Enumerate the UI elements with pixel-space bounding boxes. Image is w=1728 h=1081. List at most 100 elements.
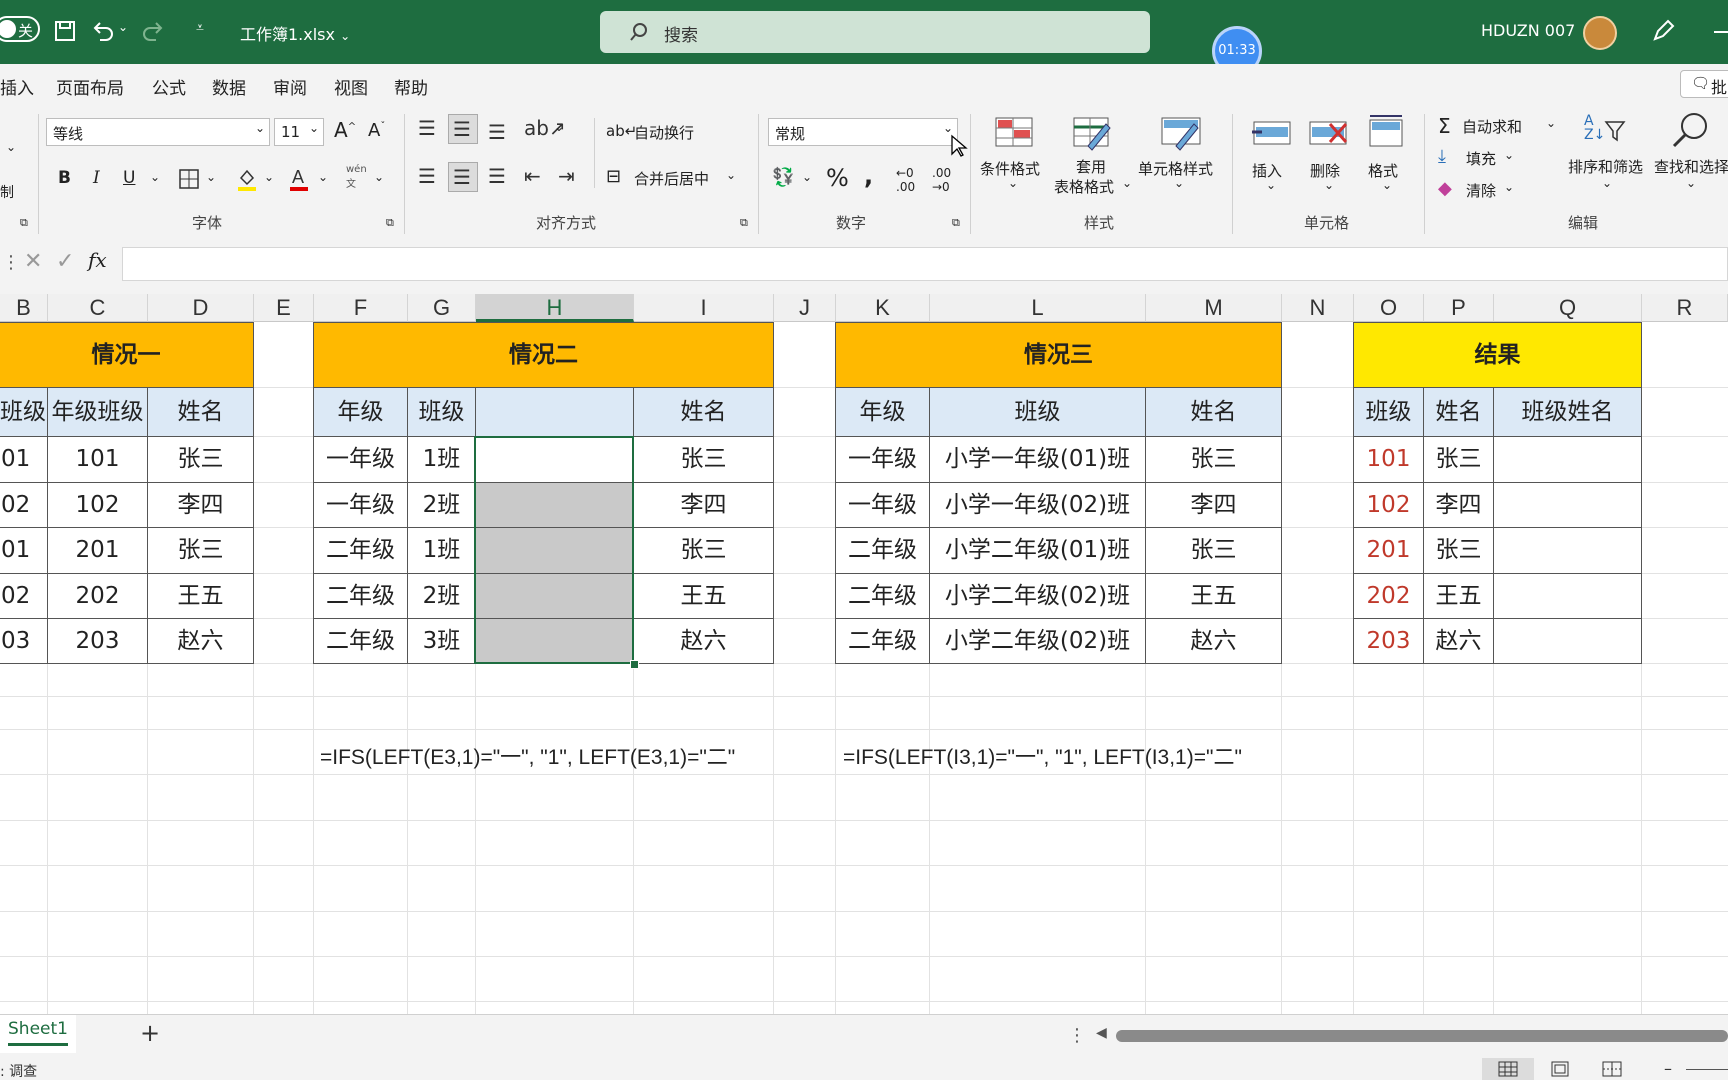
worksheet-grid[interactable]: B C D E F G H I J K L M N O P Q R 情况一 班级… [0, 294, 1728, 1014]
table-cell[interactable]: 03 [0, 618, 48, 664]
table2-header[interactable]: 姓名 [633, 387, 774, 437]
more-options-icon[interactable]: ⋮ [1068, 1025, 1086, 1046]
decrease-indent-icon[interactable]: ⇤ [524, 166, 541, 186]
table-cell[interactable]: 李四 [1145, 482, 1282, 528]
table-cell[interactable]: 203 [1353, 618, 1424, 664]
format-cells-button[interactable]: 格式 ⌄ [1360, 104, 1416, 204]
column-header-p[interactable]: P [1424, 294, 1494, 322]
align-bottom-icon[interactable]: ☰ [488, 122, 506, 142]
table-cell[interactable]: 赵六 [147, 618, 254, 664]
accounting-format-icon[interactable]: 💱 [772, 168, 794, 188]
align-right-icon[interactable]: ☰ [488, 166, 506, 186]
add-sheet-icon[interactable]: + [140, 1019, 160, 1047]
minimize-icon[interactable] [1714, 31, 1728, 33]
table-cell[interactable]: 202 [47, 573, 148, 619]
chevron-down-icon[interactable]: ⌄ [6, 140, 16, 154]
table-cell[interactable]: 张三 [633, 436, 774, 483]
column-header-h[interactable]: H [476, 294, 634, 322]
number-format-select[interactable]: 常规 ⌄ [768, 118, 958, 146]
column-header-d[interactable]: D [148, 294, 254, 322]
zoom-out-icon[interactable]: – [1664, 1059, 1672, 1078]
autosave-toggle[interactable]: 关 [0, 16, 40, 42]
table-cell[interactable]: 201 [1353, 527, 1424, 574]
table-cell[interactable]: 203 [47, 618, 148, 664]
search-box[interactable]: 搜索 [600, 11, 1150, 53]
chevron-down-icon[interactable]: ⌄ [802, 170, 812, 184]
table-cell[interactable]: 一年级 [835, 436, 930, 483]
table-cell[interactable]: 3班 [407, 618, 476, 664]
table-cell[interactable]: 赵六 [633, 618, 774, 664]
column-header-n[interactable]: N [1282, 294, 1354, 322]
table3-title[interactable]: 情况三 [835, 322, 1282, 388]
table-cell[interactable]: 二年级 [835, 618, 930, 664]
table-cell[interactable]: 张三 [147, 436, 254, 483]
table-cell[interactable]: 小学二年级(01)班 [929, 527, 1146, 574]
table-cell[interactable]: 小学二年级(02)班 [929, 573, 1146, 619]
table-cell[interactable]: 二年级 [835, 527, 930, 574]
table1-header[interactable]: 年级班级 [47, 387, 148, 437]
cell-styles-button[interactable]: 单元格样式 ⌄ [1134, 104, 1230, 204]
tab-formulas[interactable]: 公式 [152, 74, 186, 99]
table-cell[interactable]: 202 [1353, 573, 1424, 619]
table-cell[interactable]: 101 [47, 436, 148, 483]
table1-title[interactable]: 情况一 [0, 322, 254, 388]
column-header-i[interactable]: I [634, 294, 774, 322]
column-header-m[interactable]: M [1146, 294, 1282, 322]
user-name[interactable]: HDUZN 007 [1481, 21, 1575, 40]
table2-title[interactable]: 情况二 [313, 322, 774, 388]
table-cell[interactable] [1493, 482, 1642, 528]
table-cell[interactable]: 王五 [147, 573, 254, 619]
insert-function-icon[interactable]: fx [88, 248, 107, 272]
insert-cells-button[interactable]: 插入 ⌄ [1244, 104, 1300, 204]
fill-color-icon[interactable] [236, 166, 258, 192]
enter-icon[interactable]: ✓ [56, 249, 74, 274]
table4-header[interactable]: 班级姓名 [1493, 387, 1642, 437]
table1-header[interactable]: 姓名 [147, 387, 254, 437]
table-cell[interactable]: 02 [0, 482, 48, 528]
table-cell[interactable]: 二年级 [313, 573, 408, 619]
table-cell[interactable] [1493, 436, 1642, 483]
table-cell[interactable]: 一年级 [313, 482, 408, 528]
table4-header[interactable]: 姓名 [1423, 387, 1494, 437]
table2-header[interactable]: 年级 [313, 387, 408, 437]
more-options-icon[interactable]: ⋮ [2, 252, 20, 273]
tab-help[interactable]: 帮助 [394, 74, 428, 99]
increase-font-icon[interactable]: A^ [334, 118, 356, 142]
chevron-down-icon[interactable]: ⌄ [206, 170, 216, 184]
table-cell[interactable]: 01 [0, 436, 48, 483]
dialog-launcher-icon[interactable]: ⧉ [386, 216, 394, 230]
column-header-j[interactable]: J [774, 294, 836, 322]
table2-header[interactable]: 班级 [407, 387, 476, 437]
file-name[interactable]: 工作簿1.xlsx ⌄ [240, 21, 350, 45]
column-header-q[interactable]: Q [1494, 294, 1642, 322]
table-cell[interactable] [1493, 527, 1642, 574]
table-cell[interactable]: 2班 [407, 573, 476, 619]
table-cell[interactable]: 张三 [633, 527, 774, 574]
table3-header[interactable]: 班级 [929, 387, 1146, 437]
borders-icon[interactable] [178, 168, 200, 190]
tab-data[interactable]: 数据 [212, 74, 246, 99]
column-header-r[interactable]: R [1642, 294, 1728, 322]
table-cell[interactable]: 王五 [1145, 573, 1282, 619]
save-icon[interactable] [54, 20, 76, 42]
comma-style-icon[interactable]: , [864, 162, 873, 190]
page-break-icon[interactable] [1602, 1061, 1622, 1077]
delete-cells-button[interactable]: 删除 ⌄ [1302, 104, 1358, 204]
undo-icon[interactable] [90, 20, 114, 42]
comments-button[interactable]: 🗨 批 [1680, 70, 1728, 98]
increase-indent-icon[interactable]: ⇥ [558, 166, 575, 186]
font-name-select[interactable]: 等线 ⌄ [46, 118, 270, 146]
table-cell[interactable]: 张三 [1423, 436, 1494, 483]
dialog-launcher-icon[interactable]: ⧉ [20, 216, 28, 230]
table-cell[interactable]: 小学二年级(02)班 [929, 618, 1146, 664]
customize-qat-icon[interactable]: ⩡ [196, 20, 204, 36]
chevron-down-icon[interactable]: ⌄ [150, 170, 160, 184]
dialog-launcher-icon[interactable]: ⧉ [740, 216, 748, 230]
font-size-select[interactable]: 11 ⌄ [274, 118, 324, 146]
font-color-icon[interactable]: A [288, 166, 310, 192]
align-center-button[interactable]: ☰ [448, 162, 478, 192]
table-cell[interactable]: 李四 [633, 482, 774, 528]
cancel-icon[interactable]: ✕ [24, 249, 42, 274]
align-middle-button[interactable]: ☰ [448, 114, 478, 144]
table-cell[interactable]: 赵六 [1145, 618, 1282, 664]
